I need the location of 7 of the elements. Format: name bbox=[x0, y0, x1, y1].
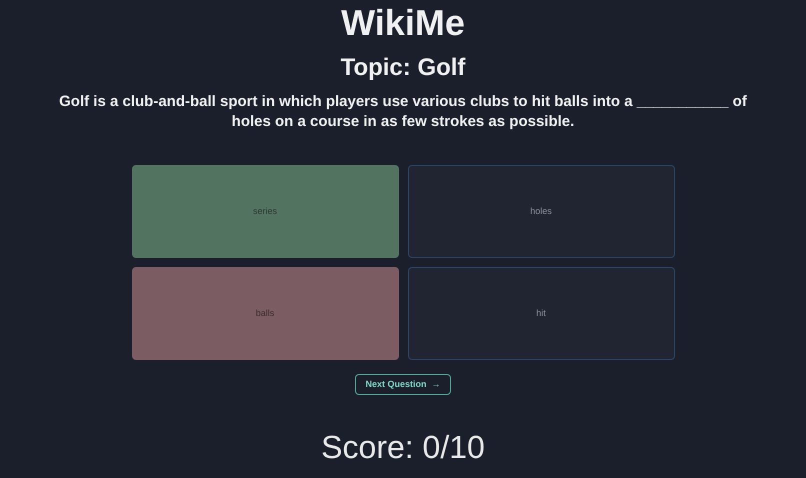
answer-card[interactable]: hit bbox=[408, 267, 674, 360]
question-text: Golf is a club-and-ball sport in which players use various clubs to hit balls into a ___________ of holes on a course in as few strokes as possible. bbox=[58, 92, 748, 132]
app-title: WikiMe bbox=[341, 3, 465, 43]
score-text: Score: 0/10 bbox=[321, 429, 485, 465]
topic-heading: Topic: Golf bbox=[340, 54, 466, 82]
next-question-button[interactable]: Next Question → bbox=[355, 374, 450, 395]
answer-card[interactable]: holes bbox=[408, 165, 674, 258]
